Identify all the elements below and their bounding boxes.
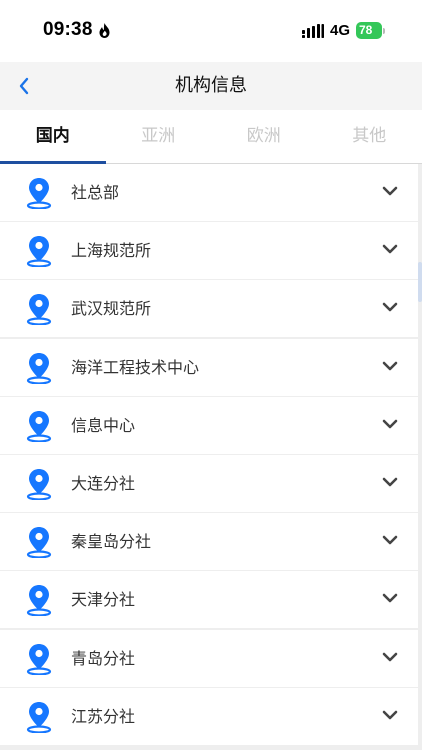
location-pin-icon [26,236,52,268]
list-item-label: 社总部 [71,183,120,202]
location-pin-icon [26,468,52,500]
scrollbar[interactable] [418,262,422,302]
chevron-left-icon [19,77,29,95]
list-item[interactable]: 武汉规范所 [0,280,418,338]
tab-domestic[interactable]: 国内 [0,110,106,164]
network-type: 4G [330,22,351,39]
chevron-down-icon[interactable] [381,300,399,314]
list-item[interactable]: 海洋工程技术中心 [0,338,418,396]
location-pin-icon [26,410,52,442]
location-pin-icon [26,294,52,326]
list-item[interactable]: 秦皇岛分社 [0,513,418,571]
battery-tip [383,28,385,34]
screen: 09:38 4G 78 机构信息 国内 亚洲 欧洲 其他 社总部 上海规范所 武… [0,0,422,750]
location-pin-icon [26,643,52,675]
chevron-down-icon[interactable] [381,533,399,547]
list-item[interactable]: 江苏分社 [0,687,418,745]
signal-icon [302,24,324,38]
list-item-label: 天津分社 [71,590,136,610]
tab-label: 亚洲 [141,126,176,146]
tab-label: 欧洲 [246,126,281,146]
list-item-label: 大连分社 [71,473,136,493]
nav-bar: 机构信息 [0,62,422,110]
list-item[interactable]: 社总部 [0,164,418,221]
list-item[interactable]: 大连分社 [0,454,418,512]
tab-bar: 国内 亚洲 欧洲 其他 [0,110,422,164]
list-item[interactable]: 信息中心 [0,396,418,454]
location-pin-icon [26,527,52,559]
list-item-label: 秦皇岛分社 [71,532,152,552]
list-item-label: 上海规范所 [71,241,152,261]
battery-level: 78 [356,22,382,39]
list-item-label: 江苏分社 [71,706,136,726]
page-title: 机构信息 [175,75,247,96]
tab-label: 其他 [352,126,387,146]
chevron-down-icon[interactable] [381,359,399,373]
list-item[interactable]: 天津分社 [0,571,418,629]
list-item-label: 信息中心 [71,415,136,435]
location-pin-icon [26,585,52,617]
organization-list: 社总部 上海规范所 武汉规范所 海洋工程技术中心 信息中心 大连分社 秦皇岛分社… [0,164,422,750]
list-item-label: 海洋工程技术中心 [71,357,200,377]
tab-other[interactable]: 其他 [317,110,422,163]
list-item[interactable]: 青岛分社 [0,629,418,687]
tab-europe[interactable]: 欧洲 [211,110,317,163]
status-bar: 09:38 4G 78 [0,0,422,62]
back-button[interactable] [8,70,40,102]
chevron-down-icon[interactable] [381,184,399,198]
tab-label: 国内 [35,126,70,146]
location-pin-icon [26,701,52,733]
chevron-down-icon[interactable] [381,591,399,605]
tab-asia[interactable]: 亚洲 [106,110,212,163]
location-pin-icon [26,178,52,209]
battery-icon: 78 [356,22,386,40]
chevron-down-icon[interactable] [381,708,399,722]
location-pin-icon [26,352,52,384]
list-item-label: 武汉规范所 [71,299,152,319]
flame-icon [99,23,110,38]
list-item[interactable]: 上海规范所 [0,222,418,280]
list-item-label: 青岛分社 [71,648,136,668]
chevron-down-icon[interactable] [381,242,399,256]
chevron-down-icon[interactable] [381,650,399,664]
chevron-down-icon[interactable] [381,475,399,489]
status-time: 09:38 [43,19,93,40]
chevron-down-icon[interactable] [381,417,399,431]
